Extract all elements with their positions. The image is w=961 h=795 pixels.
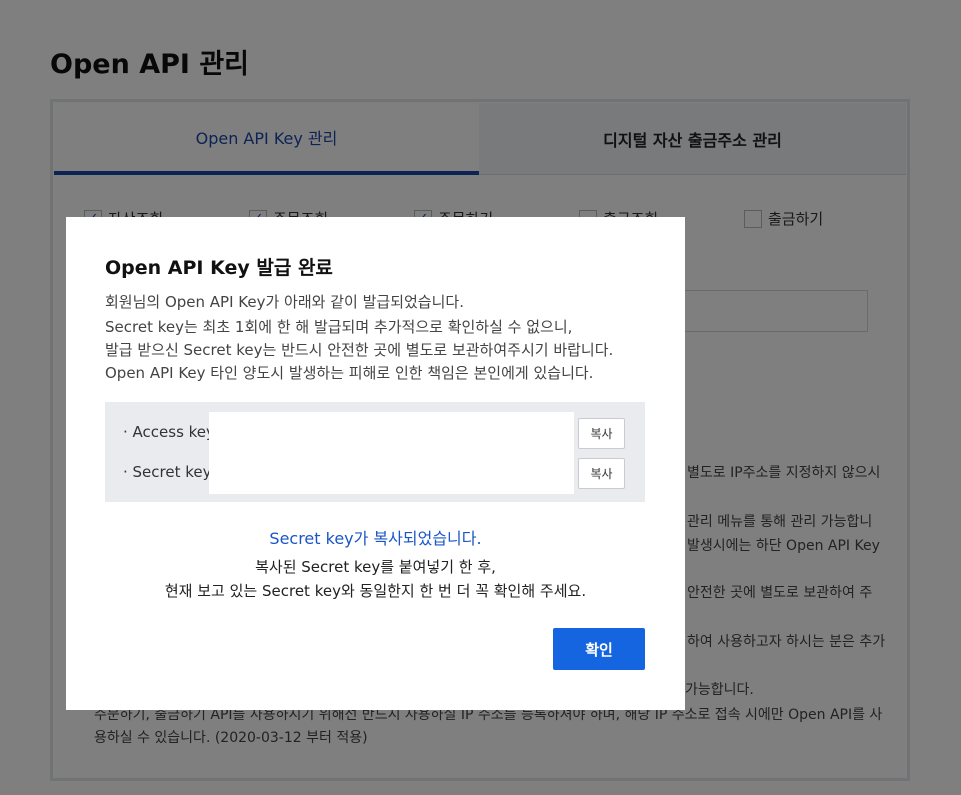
modal-description-line: 회원님의 Open API Key가 아래와 같이 발급되었습니다.: [105, 293, 464, 311]
secret-key-field[interactable]: [209, 454, 574, 494]
access-key-field[interactable]: [209, 412, 574, 454]
confirm-button[interactable]: 확인: [553, 628, 645, 670]
secret-key-label: · Secret key: [123, 463, 212, 481]
modal-title: Open API Key 발급 완료: [105, 257, 333, 279]
copied-message: Secret key가 복사되었습니다.: [269, 529, 482, 548]
access-key-label: · Access key: [123, 423, 215, 441]
modal-description-line: Secret key는 최초 1회에 한 해 발급되며 추가적으로 확인하실 수…: [105, 318, 573, 336]
instruction-line: 현재 보고 있는 Secret key와 동일한지 한 번 더 꼭 확인해 주세…: [164, 582, 587, 600]
key-issued-modal: Open API Key 발급 완료 회원님의 Open API Key가 아래…: [66, 217, 685, 710]
copy-access-key-button[interactable]: 복사: [578, 418, 625, 449]
key-box: · Access key 복사 · Secret key 복사: [105, 402, 645, 502]
copy-secret-key-button[interactable]: 복사: [578, 458, 625, 489]
modal-description-line: 발급 받으신 Secret key는 반드시 안전한 곳에 별도로 보관하여주시…: [105, 341, 614, 359]
modal-description-line: Open API Key 타인 양도시 발생하는 피해로 인한 책임은 본인에게…: [105, 364, 594, 382]
instruction-line: 복사된 Secret key를 붙여넣기 한 후,: [255, 558, 496, 576]
